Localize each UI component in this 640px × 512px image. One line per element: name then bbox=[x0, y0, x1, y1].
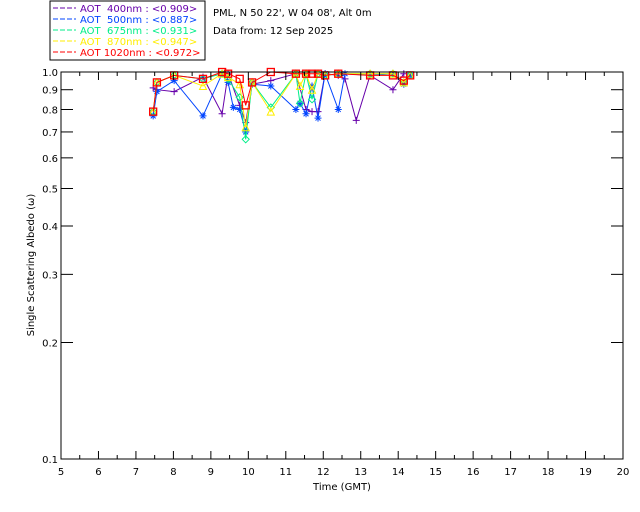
plus-marker bbox=[352, 116, 360, 124]
plus-marker bbox=[170, 88, 178, 96]
y-tick-label: 0.4 bbox=[42, 222, 58, 233]
asterisk-marker bbox=[302, 110, 310, 118]
plus-marker bbox=[389, 86, 397, 94]
asterisk-marker bbox=[229, 103, 237, 111]
x-tick-label: 6 bbox=[95, 467, 101, 478]
series-1 bbox=[149, 70, 414, 136]
series-line bbox=[152, 72, 411, 128]
legend-box: AOT 400nm : <0.909>AOT 500nm : <0.887>AO… bbox=[49, 0, 206, 61]
asterisk-marker bbox=[199, 112, 207, 120]
y-tick-label: 0.9 bbox=[42, 86, 58, 97]
plus-marker bbox=[314, 108, 322, 116]
y-tick-label: 0.5 bbox=[42, 184, 58, 195]
x-tick-label: 17 bbox=[504, 467, 517, 478]
y-tick-label: 0.1 bbox=[42, 455, 58, 466]
legend-label: AOT 1020nm : <0.972> bbox=[80, 48, 200, 59]
x-tick-label: 13 bbox=[354, 467, 367, 478]
x-tick-label: 11 bbox=[279, 467, 292, 478]
legend-label: AOT 500nm : <0.887> bbox=[80, 15, 197, 26]
plus-marker bbox=[308, 108, 316, 116]
x-axis-label: Time (GMT) bbox=[312, 482, 371, 493]
y-tick-label: 0.8 bbox=[42, 106, 58, 117]
x-tick-label: 12 bbox=[317, 467, 330, 478]
x-tick-label: 9 bbox=[208, 467, 214, 478]
x-tick-label: 8 bbox=[170, 467, 176, 478]
legend-label: AOT 870nm : <0.947> bbox=[80, 37, 197, 48]
date-label: Data from: 12 Sep 2025 bbox=[213, 26, 333, 37]
series-line bbox=[152, 72, 411, 140]
asterisk-marker bbox=[153, 88, 161, 96]
site-label: PML, N 50 22', W 04 08', Alt 0m bbox=[213, 8, 372, 19]
plus-marker bbox=[218, 110, 226, 118]
series-layer bbox=[148, 67, 415, 144]
y-tick-label: 0.6 bbox=[42, 154, 58, 165]
x-tick-label: 18 bbox=[542, 467, 555, 478]
axes: 5 6 7 8 9 10 11 12 13 14 15 16 17 18 19 20 0.1 0.2 0.3 0.4 0… bbox=[42, 68, 629, 478]
asterisk-marker bbox=[334, 106, 342, 114]
y-tick-label: 0.3 bbox=[42, 270, 58, 281]
y-tick-label: 1.0 bbox=[42, 68, 58, 79]
y-axis-label: Single Scattering Albedo (ω) bbox=[26, 194, 37, 337]
plot-frame bbox=[60, 71, 624, 460]
x-tick-label: 15 bbox=[429, 467, 442, 478]
x-tick-label: 16 bbox=[467, 467, 480, 478]
x-tick-label: 20 bbox=[617, 467, 630, 478]
x-tick-label: 14 bbox=[392, 467, 405, 478]
y-tick-label: 0.2 bbox=[42, 339, 58, 350]
series-4 bbox=[149, 67, 415, 116]
asterisk-marker bbox=[267, 82, 275, 90]
x-tick-label: 10 bbox=[242, 467, 255, 478]
legend-label: AOT 400nm : <0.909> bbox=[80, 4, 197, 15]
albedo-chart: AOT 400nm : <0.909>AOT 500nm : <0.887>AO… bbox=[26, 0, 629, 493]
x-tick-label: 5 bbox=[58, 467, 64, 478]
asterisk-marker bbox=[314, 114, 322, 122]
x-tick-label: 19 bbox=[579, 467, 592, 478]
x-tick-label: 7 bbox=[133, 467, 139, 478]
legend-label: AOT 675nm : <0.931> bbox=[80, 26, 197, 37]
y-tick-label: 0.7 bbox=[42, 128, 58, 139]
asterisk-marker bbox=[170, 77, 178, 85]
